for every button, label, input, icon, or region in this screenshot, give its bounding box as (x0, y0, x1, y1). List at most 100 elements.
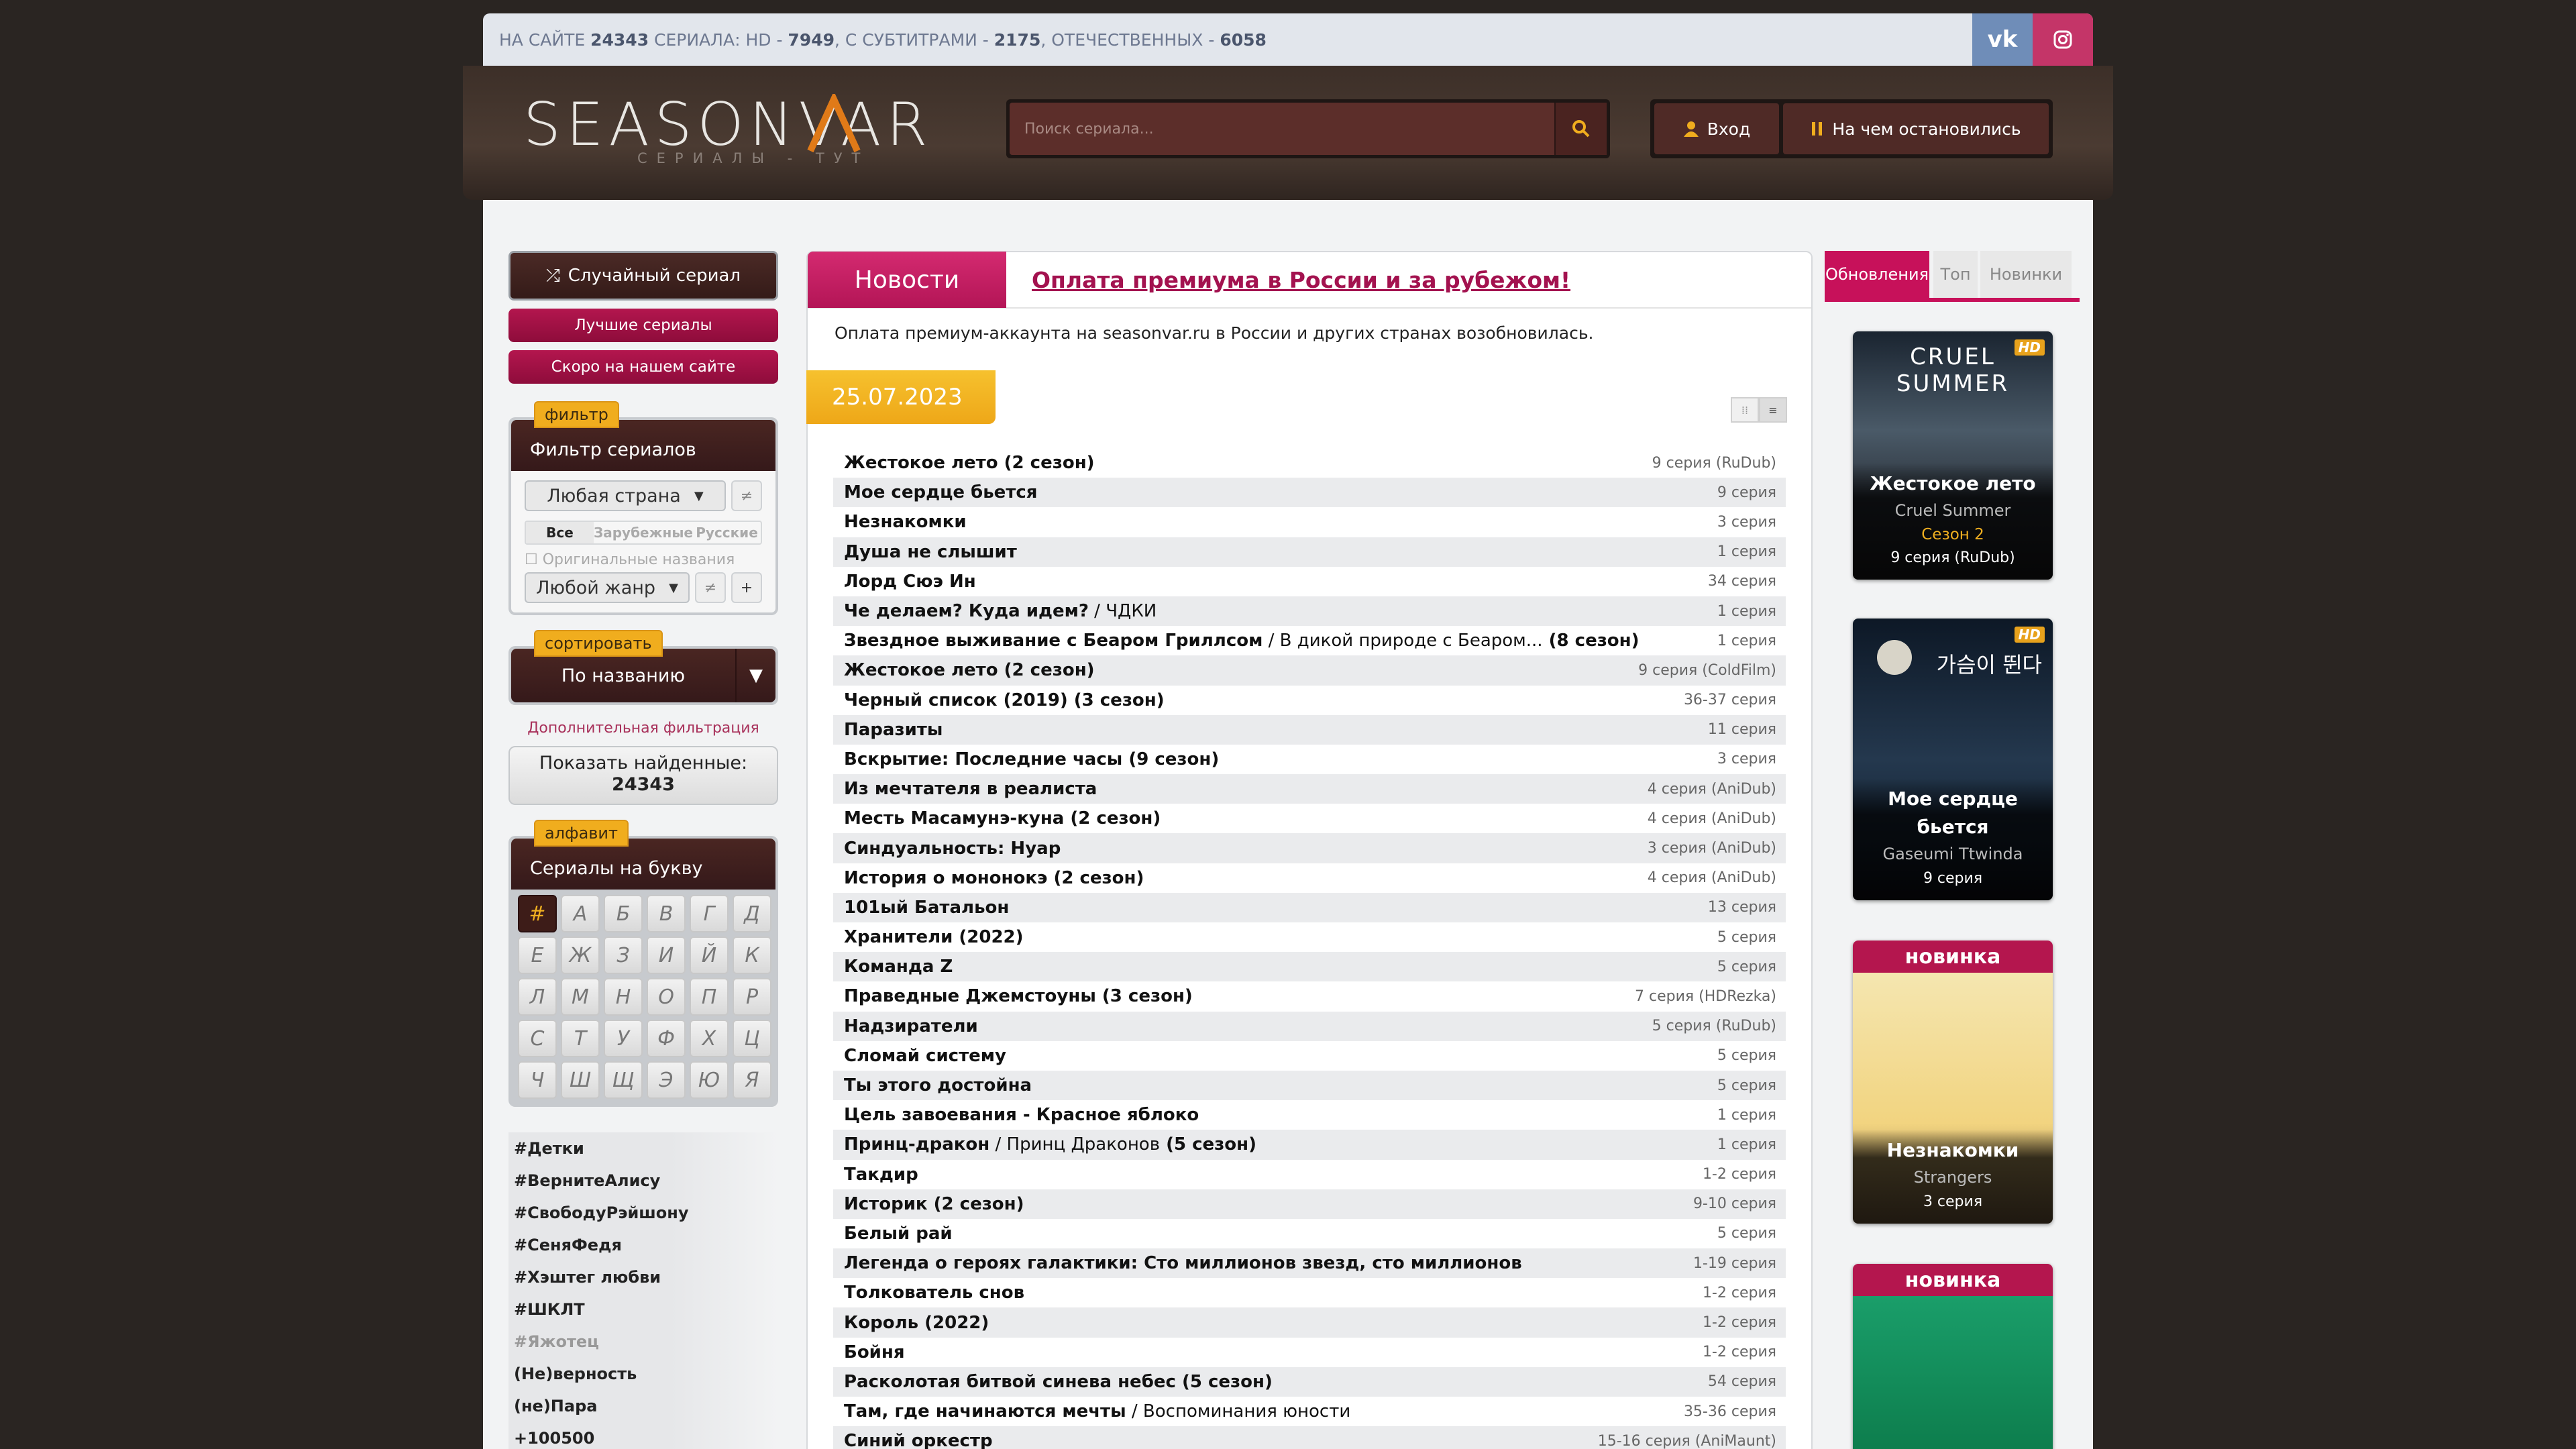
search-button[interactable] (1554, 103, 1607, 155)
update-row[interactable]: Синий оркестр 15-16 серия (AniMaunt) (833, 1426, 1786, 1449)
hashtag-link[interactable]: (Не)верность (508, 1358, 778, 1390)
coming-soon-button[interactable]: Скоро на нашем сайте (508, 350, 778, 384)
advanced-filter-link[interactable]: Дополнительная фильтрация (508, 720, 778, 737)
random-series-button[interactable]: ⤮ Случайный сериал (508, 251, 778, 301)
update-row[interactable]: Из мечтателя в реалиста 4 серия (AniDub) (833, 774, 1786, 804)
hashtag-link[interactable]: #ВернитеАлису (508, 1165, 778, 1197)
vk-link[interactable]: vk (1972, 13, 2033, 66)
update-row[interactable]: 101ый Батальон 13 серия (833, 892, 1786, 922)
letter-button[interactable]: С (518, 1020, 557, 1057)
hashtag-link[interactable]: #СвободуРэйшону (508, 1197, 778, 1229)
letter-button[interactable]: Р (733, 978, 771, 1016)
continue-watching-button[interactable]: На чем остановились (1783, 103, 2049, 154)
letter-button[interactable]: Л (518, 978, 557, 1016)
update-row[interactable]: Цель завоевания - Красное яблоко 1 серия (833, 1100, 1786, 1130)
update-row[interactable]: Толкователь снов 1-2 серия (833, 1278, 1786, 1307)
update-row[interactable]: Ты этого достойна 5 серия (833, 1070, 1786, 1101)
hashtag-link[interactable]: #СеняФедя (508, 1229, 778, 1261)
update-row[interactable]: Че делаем? Куда идем? / ЧДКИ 1 серия (833, 596, 1786, 627)
update-row[interactable]: Жестокое лето (2 сезон) 9 серия (RuDub) (833, 448, 1786, 478)
genre-exclude-button[interactable]: ≠ (695, 572, 726, 603)
letter-button[interactable]: К (733, 936, 771, 974)
hashtag-link[interactable]: +100500 (508, 1422, 778, 1449)
update-row[interactable]: Надзиратели 5 серия (RuDub) (833, 1011, 1786, 1041)
search-input[interactable]: Поиск сериала... (1010, 121, 1554, 138)
tab-foreign[interactable]: Зарубежные (594, 522, 693, 543)
genre-add-button[interactable]: + (731, 572, 762, 603)
tab-new[interactable]: Новинки (1980, 251, 2072, 298)
update-row[interactable]: Вскрытие: Последние часы (9 сезон) 3 сери… (833, 745, 1786, 774)
update-row[interactable]: История о мононокэ (2 сезон) 4 серия (Ani… (833, 863, 1786, 893)
hashtag-link[interactable]: #Яжотец (508, 1326, 778, 1358)
letter-button[interactable]: Е (518, 936, 557, 974)
series-card[interactable]: 가슴이 뛴다 HD Мое сердце бьется Gaseumi Ttwin… (1853, 619, 2053, 900)
update-row[interactable]: Хранители (2022) 5 серия (833, 922, 1786, 952)
update-row[interactable]: Черный список (2019) (3 сезон) 36-37 сери… (833, 686, 1786, 715)
update-row[interactable]: Паразиты 11 серия (833, 714, 1786, 745)
letter-button[interactable]: Ф (647, 1020, 686, 1057)
letter-button[interactable]: Щ (604, 1061, 643, 1099)
update-row[interactable]: Звездное выживание с Беаром Гриллсом / В… (833, 626, 1786, 655)
update-row[interactable]: Синдуальность: Нуар 3 серия (AniDub) (833, 833, 1786, 863)
update-row[interactable]: Там, где начинаются мечты / Воспоминания… (833, 1397, 1786, 1426)
news-tab[interactable]: Новости (808, 252, 1006, 308)
country-select[interactable]: Любая страна ▼ (525, 480, 726, 511)
letter-button[interactable]: Ю (690, 1061, 729, 1099)
series-card[interactable]: CRUEL SUMMER HD Жестокое лето Cruel Summe… (1853, 331, 2053, 580)
letter-button[interactable]: Н (604, 978, 643, 1016)
best-series-button[interactable]: Лучшие сериалы (508, 309, 778, 342)
country-exclude-button[interactable]: ≠ (731, 480, 762, 511)
list-view-button[interactable]: ≡ (1759, 397, 1787, 423)
hashtag-link[interactable]: #Хэштег любви (508, 1261, 778, 1293)
update-row[interactable]: Месть Масамунэ-куна (2 сезон) 4 серия (An… (833, 804, 1786, 833)
update-row[interactable]: Незнакомки 3 серия (833, 507, 1786, 537)
news-headline-link[interactable]: Оплата премиума в России и за рубежом! (1006, 267, 1570, 293)
update-row[interactable]: Легенда о героях галактики: Сто миллионо… (833, 1248, 1786, 1279)
letter-button[interactable]: О (647, 978, 686, 1016)
letter-button[interactable]: Й (690, 936, 729, 974)
original-names-checkbox[interactable]: ☐ Оригинальные названия (525, 551, 762, 568)
hashtag-link[interactable]: #ШКЛТ (508, 1293, 778, 1326)
letter-button[interactable]: Ж (561, 936, 600, 974)
instagram-link[interactable] (2033, 13, 2093, 66)
tab-russian[interactable]: Русские (693, 522, 761, 543)
update-row[interactable]: Команда Z 5 серия (833, 952, 1786, 982)
update-row[interactable]: Белый рай 5 серия (833, 1219, 1786, 1248)
letter-button[interactable]: Г (690, 895, 729, 932)
letter-button[interactable]: Ц (733, 1020, 771, 1057)
letter-button[interactable]: Д (733, 895, 771, 932)
hashtag-link[interactable]: #Детки (508, 1132, 778, 1165)
letter-button[interactable]: П (690, 978, 729, 1016)
letter-button[interactable]: Х (690, 1020, 729, 1057)
site-logo[interactable]: SEASONVAR СЕРИАЛЫ - ТУТ (523, 94, 966, 168)
tab-top[interactable]: Топ (1933, 251, 1978, 298)
letter-button[interactable]: И (647, 936, 686, 974)
letter-button[interactable]: Э (647, 1061, 686, 1099)
grid-view-button[interactable]: ⁞⁞ (1731, 397, 1759, 423)
letter-button[interactable]: У (604, 1020, 643, 1057)
tab-all[interactable]: Все (526, 522, 594, 543)
update-row[interactable]: Принц-дракон / Принц Драконов (5 сезон) 1… (833, 1130, 1786, 1160)
series-card[interactable]: новинка (1853, 1264, 2053, 1449)
update-row[interactable]: Сломай систему 5 серия (833, 1041, 1786, 1071)
update-row[interactable]: Жестокое лето (2 сезон) 9 серия (ColdFilm… (833, 655, 1786, 686)
show-found-button[interactable]: Показать найденные: 24343 (508, 746, 778, 805)
letter-button[interactable]: Ш (561, 1061, 600, 1099)
letter-button[interactable]: М (561, 978, 600, 1016)
letter-button[interactable]: # (518, 895, 557, 932)
letter-button[interactable]: З (604, 936, 643, 974)
login-button[interactable]: Вход (1654, 103, 1779, 154)
genre-select[interactable]: Любой жанр ▼ (525, 572, 690, 603)
sort-select[interactable]: По названию ▼ (511, 649, 775, 702)
update-row[interactable]: Расколотая битвой синева небес (5 сезон)… (833, 1366, 1786, 1397)
update-row[interactable]: Лорд Сюэ Ин 34 серия (833, 567, 1786, 596)
update-row[interactable]: Праведные Джемстоуны (3 сезон) 7 серия (H… (833, 981, 1786, 1011)
hashtag-link[interactable]: (не)Пара (508, 1390, 778, 1422)
update-row[interactable]: Историк (2 сезон) 9-10 серия (833, 1189, 1786, 1219)
letter-button[interactable]: Я (733, 1061, 771, 1099)
series-card[interactable]: новинка Незнакомки Strangers 3 серия (1853, 941, 2053, 1224)
update-row[interactable]: Такдир 1-2 серия (833, 1160, 1786, 1189)
letter-button[interactable]: Б (604, 895, 643, 932)
update-row[interactable]: Бойня 1-2 серия (833, 1338, 1786, 1367)
letter-button[interactable]: А (561, 895, 600, 932)
